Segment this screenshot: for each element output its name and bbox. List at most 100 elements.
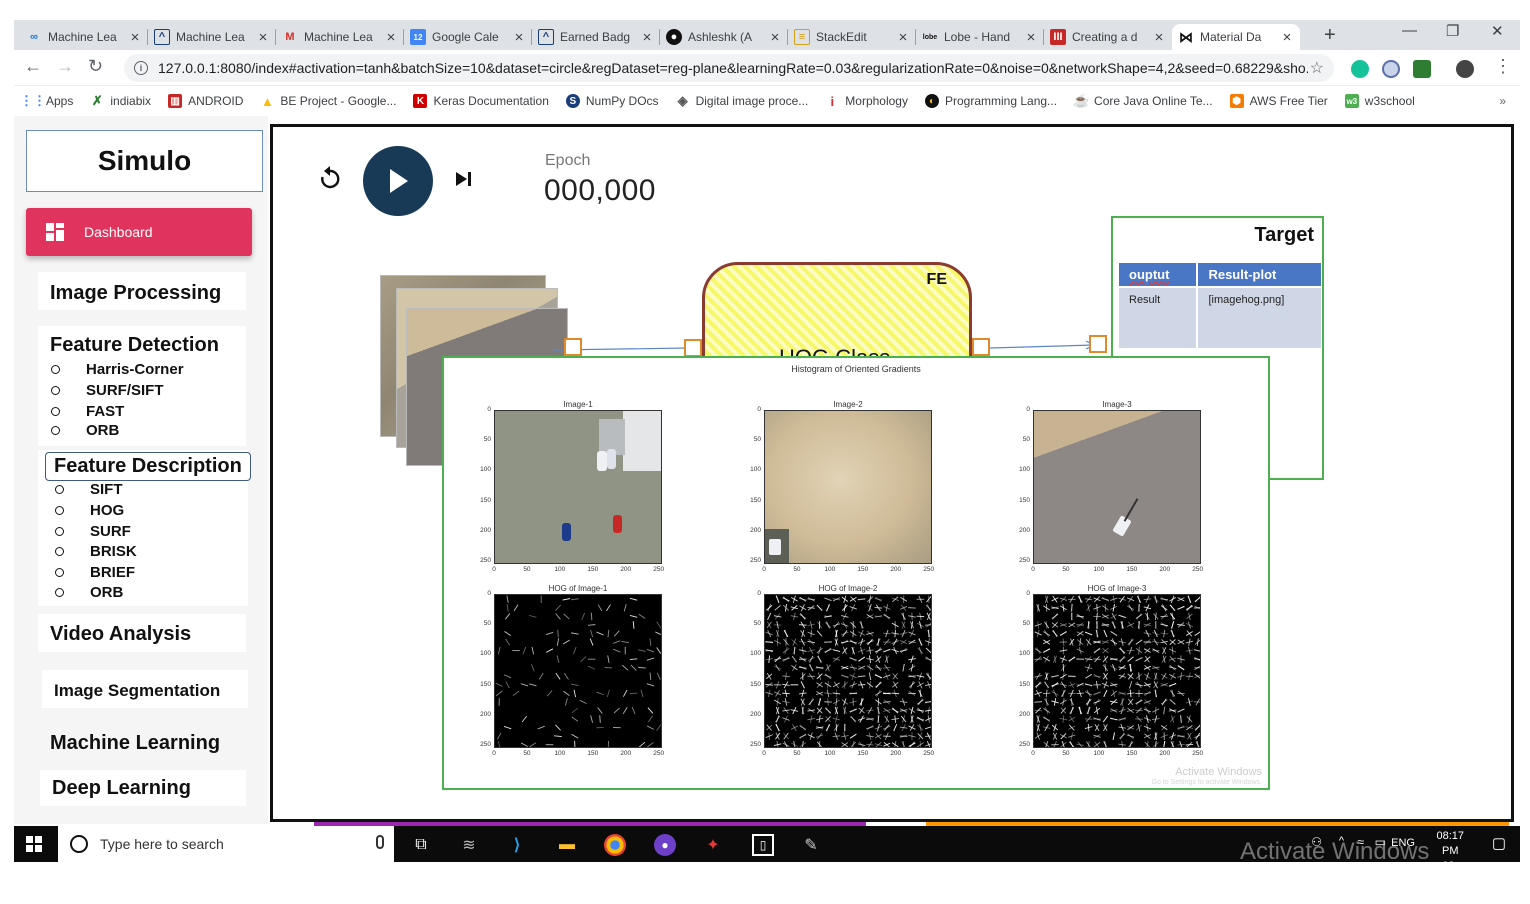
close-icon[interactable]: × xyxy=(640,29,654,46)
submenu-harris-corner[interactable]: Harris-Corner xyxy=(51,361,184,378)
y-tick-label: 0 xyxy=(1016,590,1030,597)
download-extension-icon[interactable] xyxy=(1413,60,1431,78)
reset-icon[interactable] xyxy=(318,166,342,192)
bookmark-programming[interactable]: ◐Programming Lang... xyxy=(925,94,1057,108)
chrome-icon[interactable] xyxy=(604,834,626,856)
menu-deep-learning[interactable]: Deep Learning xyxy=(52,777,191,800)
input-port-fe[interactable] xyxy=(684,339,702,357)
submenu-brisk[interactable]: BRISK xyxy=(55,543,137,560)
bookmark-keras[interactable]: KKeras Documentation xyxy=(413,94,548,108)
window-close-button[interactable]: ✕ xyxy=(1491,22,1504,40)
step-forward-icon[interactable] xyxy=(454,170,474,188)
tab-4[interactable]: 12 Google Cale × xyxy=(404,24,532,50)
tab-6[interactable]: ● Ashleshk (A × xyxy=(660,24,788,50)
close-icon[interactable]: × xyxy=(768,29,782,46)
bookmark-be-project[interactable]: ▲BE Project - Google... xyxy=(260,94,396,108)
bookmark-star-icon[interactable]: ☆ xyxy=(1310,58,1324,78)
dashboard-label: Dashboard xyxy=(84,224,153,240)
menu-image-processing[interactable]: Image Processing xyxy=(50,282,221,305)
menu-machine-learning[interactable]: Machine Learning xyxy=(50,732,220,755)
submenu-surf-sift[interactable]: SURF/SIFT xyxy=(51,382,164,399)
output-port-fe[interactable] xyxy=(972,338,990,356)
submenu-hog[interactable]: HOG xyxy=(55,502,124,519)
bookmarks-more-icon[interactable]: » xyxy=(1499,94,1506,108)
taskbar-search[interactable]: Type here to search xyxy=(58,826,394,862)
info-icon[interactable]: i xyxy=(134,61,148,75)
database-icon[interactable]: ≋ xyxy=(458,834,480,856)
x-tick-label: 50 xyxy=(787,750,807,757)
bookmark-label: Morphology xyxy=(845,94,908,108)
tab-2[interactable]: ^ Machine Lea × xyxy=(148,24,276,50)
y-tick-label: 200 xyxy=(1016,711,1030,718)
reload-button[interactable]: ↻ xyxy=(88,56,103,77)
menu-video-analysis[interactable]: Video Analysis xyxy=(50,623,191,646)
new-tab-button[interactable]: + xyxy=(1324,24,1336,47)
table-cell[interactable]: [imagehog.png] xyxy=(1197,287,1322,349)
bookmark-aws[interactable]: ⬢AWS Free Tier xyxy=(1230,94,1328,108)
output-port-images[interactable] xyxy=(564,338,582,356)
microphone-icon[interactable] xyxy=(376,835,384,849)
bookmark-w3school[interactable]: w3w3school xyxy=(1345,94,1415,108)
menu-image-segmentation[interactable]: Image Segmentation xyxy=(54,681,220,701)
bookmark-indiabix[interactable]: ✗indiabix xyxy=(90,94,151,108)
forward-button[interactable]: → xyxy=(56,56,74,77)
bookmark-core-java[interactable]: ☕Core Java Online Te... xyxy=(1074,94,1213,108)
menu-feature-detection[interactable]: Feature Detection xyxy=(50,334,219,357)
minimize-button[interactable]: — xyxy=(1402,22,1417,39)
tab-10-active[interactable]: ⋈ Material Da × xyxy=(1172,24,1300,50)
tab-title: Material Da xyxy=(1200,30,1280,44)
clock[interactable]: 08:17 PM 02-Jun-20 xyxy=(1436,829,1464,904)
close-icon[interactable]: × xyxy=(512,29,526,46)
tab-7[interactable]: ≡ StackEdit × xyxy=(788,24,916,50)
submenu-orb-description[interactable]: ORB xyxy=(55,584,123,601)
file-explorer-icon[interactable]: ▬ xyxy=(556,834,578,856)
vscode-icon[interactable]: ⟩ xyxy=(506,834,528,856)
submenu-fast[interactable]: FAST xyxy=(51,403,124,420)
tab-9[interactable]: III Creating a d × xyxy=(1044,24,1172,50)
menu-feature-description[interactable]: Feature Description xyxy=(54,455,242,478)
notifications-icon[interactable]: ▢ xyxy=(1492,834,1506,852)
app-window-icon[interactable]: ▯ xyxy=(752,834,774,856)
menu-kebab-icon[interactable]: ⋮ xyxy=(1494,56,1512,77)
bookmark-numpy[interactable]: SNumPy DOcs xyxy=(566,94,659,108)
restore-button[interactable]: ❐ xyxy=(1446,22,1459,40)
task-view-icon[interactable]: ⧉ xyxy=(410,834,432,856)
tab-1[interactable]: ∞ Machine Lea × xyxy=(20,24,148,50)
back-button[interactable]: ← xyxy=(24,56,42,77)
tab-5[interactable]: ^ Earned Badg × xyxy=(532,24,660,50)
paint-icon[interactable]: ✎ xyxy=(800,834,822,856)
close-icon[interactable]: × xyxy=(1024,29,1038,46)
grammarly-icon[interactable] xyxy=(1351,60,1369,78)
bookmark-morphology[interactable]: iMorphology xyxy=(825,94,908,108)
bookmark-digital-image[interactable]: ◈Digital image proce... xyxy=(676,94,809,108)
tab-3[interactable]: M Machine Lea × xyxy=(276,24,404,50)
dashboard-button[interactable]: Dashboard xyxy=(26,208,252,256)
close-icon[interactable]: × xyxy=(128,29,142,46)
close-icon[interactable]: × xyxy=(256,29,270,46)
bookmark-label: Core Java Online Te... xyxy=(1094,94,1213,108)
address-bar[interactable]: i 127.0.0.1:8080/index#activation=tanh&b… xyxy=(124,54,1334,82)
profile-avatar[interactable] xyxy=(1456,60,1474,78)
submenu-orb[interactable]: ORB xyxy=(51,422,119,439)
tab-8[interactable]: lobe Lobe - Hand × xyxy=(916,24,1044,50)
search-placeholder: Type here to search xyxy=(100,836,224,852)
github-desktop-icon[interactable]: ● xyxy=(654,834,676,856)
submenu-brief[interactable]: BRIEF xyxy=(55,564,135,581)
close-icon[interactable]: × xyxy=(384,29,398,46)
bookmark-android[interactable]: ▥ANDROID xyxy=(168,94,243,108)
bookmark-apps[interactable]: ⋮⋮Apps xyxy=(26,94,73,108)
submenu-surf[interactable]: SURF xyxy=(55,523,131,540)
close-icon[interactable]: × xyxy=(896,29,910,46)
play-button[interactable] xyxy=(363,146,433,216)
windows-start-icon[interactable] xyxy=(26,836,42,852)
bookmarks-bar: ⋮⋮Apps ✗indiabix ▥ANDROID ▲BE Project - … xyxy=(14,88,1520,114)
close-icon[interactable]: × xyxy=(1280,29,1294,46)
close-icon[interactable]: × xyxy=(1152,29,1166,46)
acrobat-icon[interactable]: ✦ xyxy=(702,834,724,856)
input-port-target[interactable] xyxy=(1089,335,1107,353)
extension-icon[interactable] xyxy=(1382,60,1400,78)
x-tick-label: 200 xyxy=(616,750,636,757)
y-tick-label: 0 xyxy=(477,590,491,597)
submenu-sift[interactable]: SIFT xyxy=(55,481,123,498)
hog-result-window[interactable]: Histogram of Oriented Gradients Image-1 … xyxy=(442,356,1270,790)
